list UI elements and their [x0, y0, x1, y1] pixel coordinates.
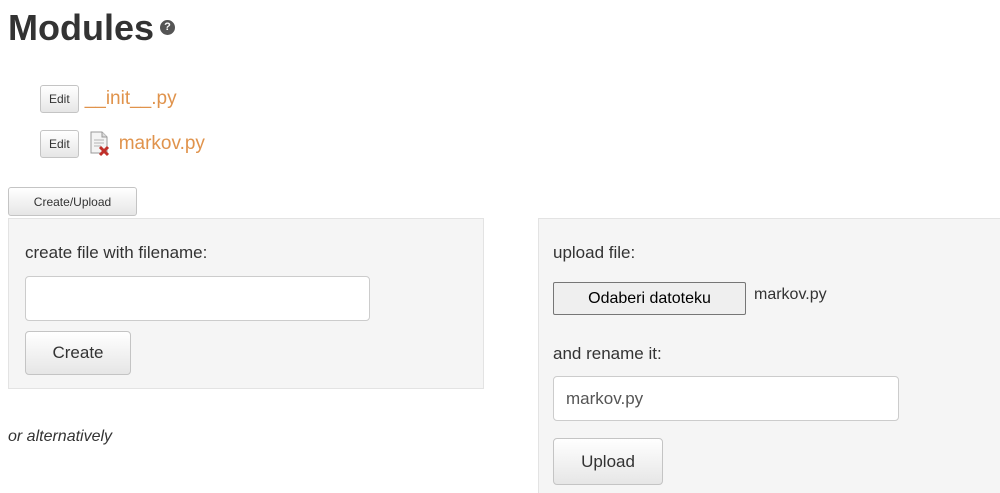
file-link-markov[interactable]: markov.py [119, 133, 205, 155]
page-title: Modules? [8, 6, 176, 50]
create-button[interactable]: Create [25, 331, 131, 375]
chosen-file-name: markov.py [754, 286, 827, 303]
create-filename-label: create file with filename: [25, 243, 208, 262]
document-delete-icon[interactable] [89, 131, 111, 157]
upload-file-panel: upload file: Odaberi datoteku markov.py … [538, 218, 1000, 493]
create-filename-input[interactable] [25, 276, 370, 321]
file-row-markov: Edit markov.py [40, 130, 205, 158]
choose-file-button[interactable]: Odaberi datoteku [553, 282, 746, 315]
edit-button-init[interactable]: Edit [40, 85, 79, 113]
page: Modules? Edit __init__.py Edit markov.py… [0, 0, 1000, 493]
file-row-init: Edit __init__.py [40, 85, 177, 113]
file-link-init[interactable]: __init__.py [85, 88, 177, 110]
upload-file-label: upload file: [553, 243, 636, 262]
edit-button-markov[interactable]: Edit [40, 130, 79, 158]
page-title-text: Modules [8, 7, 155, 48]
create-upload-button[interactable]: Create/Upload [8, 187, 137, 216]
upload-button[interactable]: Upload [553, 438, 663, 485]
rename-label: and rename it: [553, 344, 662, 363]
rename-input[interactable] [553, 376, 899, 421]
create-file-panel: create file with filename: Create [8, 218, 484, 389]
question-circle-icon[interactable]: ? [160, 19, 176, 35]
alternatively-text: or alternatively [8, 428, 113, 445]
